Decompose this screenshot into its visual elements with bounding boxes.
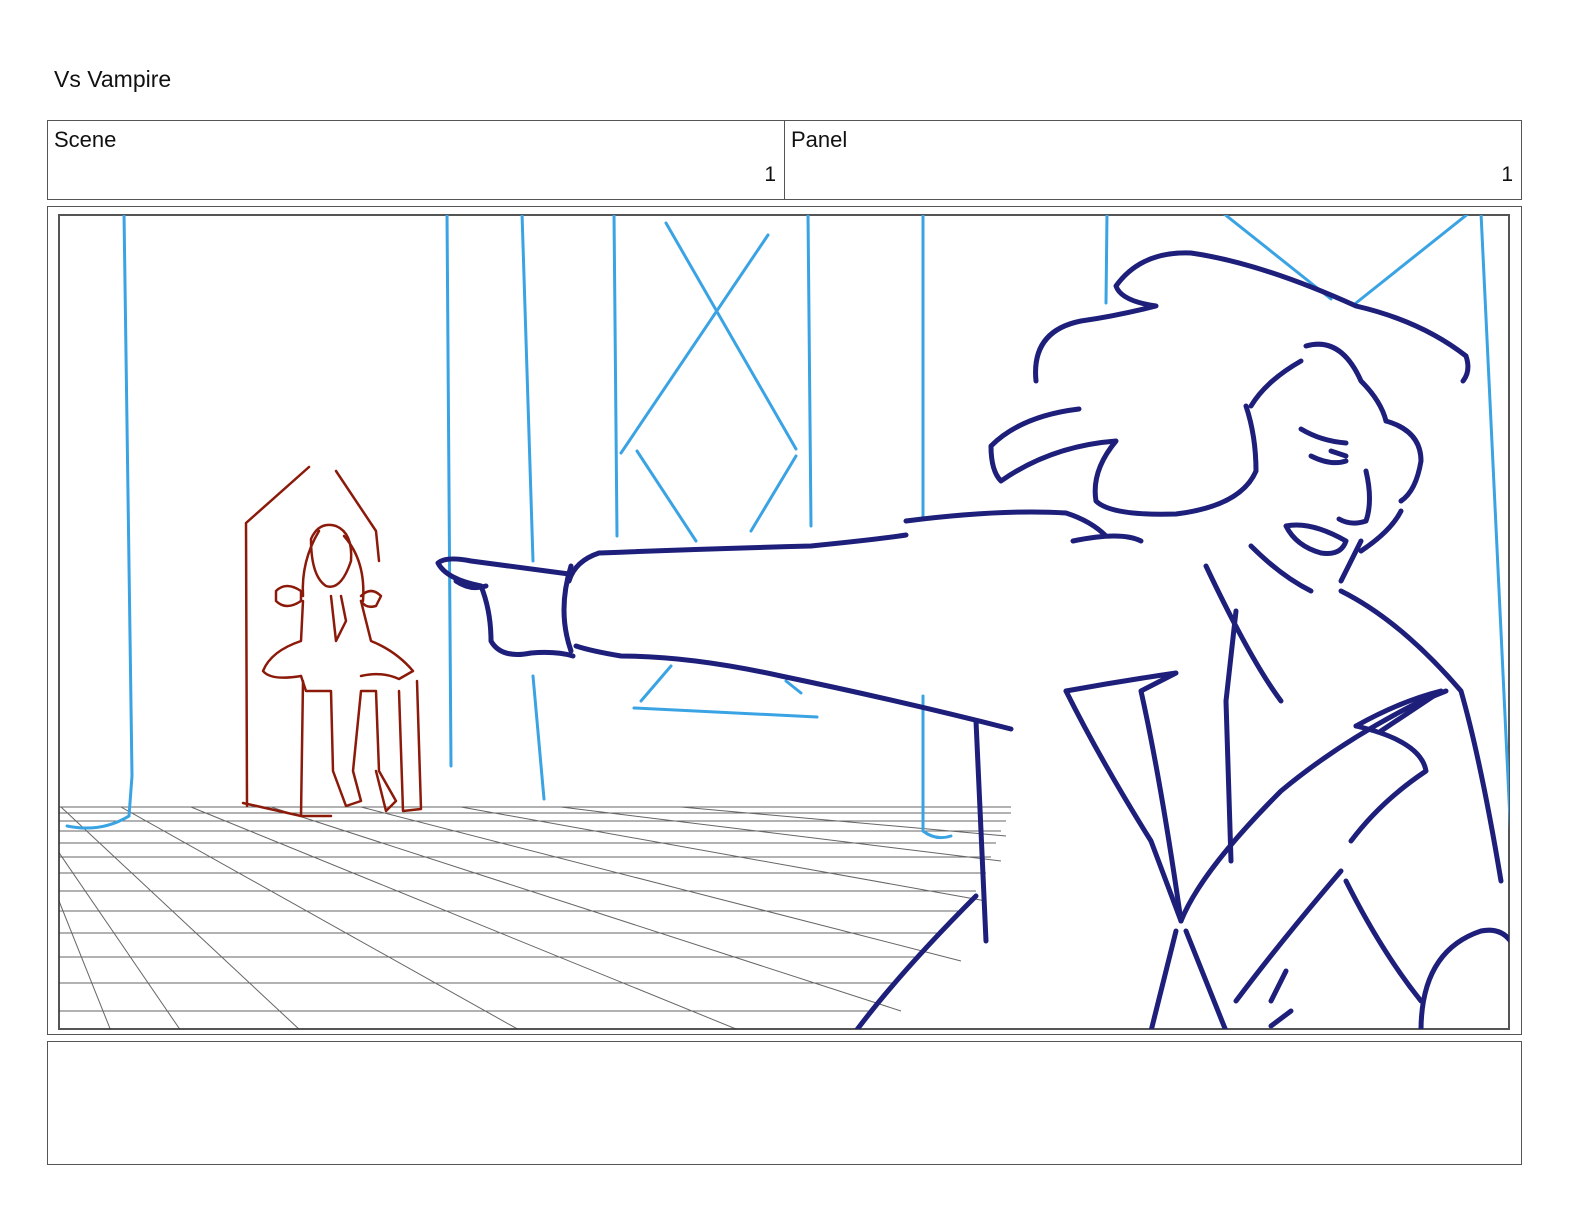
document-title: Vs Vampire — [54, 66, 172, 92]
notes-box — [47, 1041, 1522, 1165]
hero-pointing — [435, 250, 1509, 1029]
storyboard-drawing — [58, 214, 1510, 1030]
scene-box: Scene 1 — [47, 120, 785, 200]
panel-label: Panel — [791, 127, 848, 152]
scene-label: Scene — [54, 127, 117, 152]
panel-number: 1 — [1501, 163, 1513, 186]
vampire-on-throne — [241, 465, 423, 818]
floor-grid — [59, 806, 1011, 1029]
inner-frame-border — [58, 214, 1510, 1030]
scene-number: 1 — [764, 163, 776, 186]
storyboard-frame — [47, 206, 1522, 1035]
panel-box: Panel 1 — [784, 120, 1522, 200]
